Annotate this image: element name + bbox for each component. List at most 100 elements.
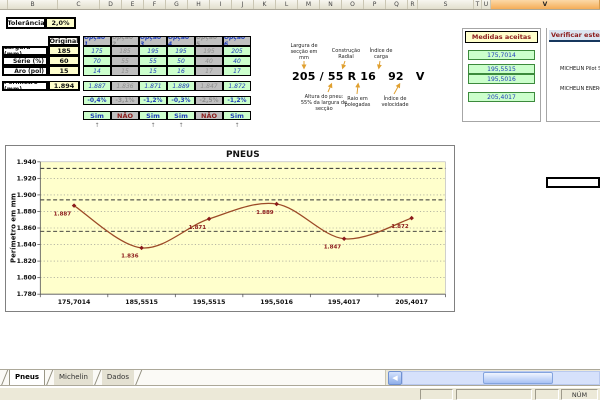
accepted-measure-cell[interactable]: 195,5016 xyxy=(468,74,535,84)
sheet-tab-pneus[interactable]: Pneus xyxy=(9,370,45,386)
column-header-d[interactable]: D xyxy=(100,0,122,9)
delta-percent-cell[interactable]: -1,2% xyxy=(139,96,167,105)
spacer xyxy=(2,121,83,131)
accepted-measure-cell[interactable]: 175,7014 xyxy=(468,50,535,60)
tolerance-value-cell[interactable]: 2,0% xyxy=(46,17,76,29)
scrollbar-thumb[interactable] xyxy=(483,372,553,384)
column-header-b[interactable]: B xyxy=(8,0,58,9)
option-header-4[interactable]: Opção 4 xyxy=(167,36,195,46)
accepted-measure-cell[interactable]: 195,5515 xyxy=(468,64,535,74)
perimeter-value-cell[interactable]: 1.847 xyxy=(195,81,223,91)
accepted-flag-cell[interactable]: Sim xyxy=(139,111,167,120)
option-header-6[interactable]: Opção 6 xyxy=(223,36,251,46)
x-tick-label: 175,7014 xyxy=(58,299,91,306)
option-header-3[interactable]: Opção 3 xyxy=(139,36,167,46)
column-header-e[interactable]: E xyxy=(122,0,144,9)
sheet-tab-michelin[interactable]: Michelin xyxy=(54,370,93,386)
status-cell xyxy=(535,389,559,400)
option-value-cell[interactable]: 55 xyxy=(111,56,139,66)
delta-percent-cell[interactable]: -0,4% xyxy=(83,96,111,105)
scrollbar-track[interactable] xyxy=(402,371,600,385)
original-value-cell[interactable]: 15 xyxy=(48,66,80,76)
column-header-u[interactable]: U xyxy=(482,0,491,9)
column-header-n[interactable]: N xyxy=(320,0,342,9)
perimeter-value-cell[interactable]: 1.836 xyxy=(111,81,139,91)
column-header-q[interactable]: Q xyxy=(386,0,408,9)
pneus-chart: 1.7801.8001.8201.8401.8601.8801.9001.920… xyxy=(5,145,455,312)
column-header-f[interactable]: F xyxy=(144,0,166,9)
original-value-cell[interactable]: 60 xyxy=(48,56,80,66)
option-header-5[interactable]: Opção 5 xyxy=(195,36,223,46)
column-header-i[interactable]: I xyxy=(210,0,232,9)
scroll-left-arrow-icon[interactable]: ◀ xyxy=(388,371,402,385)
option-value-cell[interactable]: 195 xyxy=(195,46,223,56)
tab-separator xyxy=(46,370,53,386)
num-lock-indicator: NÚM xyxy=(561,389,598,400)
option-value-cell[interactable]: 14 xyxy=(83,66,111,76)
accepted-measures-box: Medidas aceitas 175,7014195,5515195,5016… xyxy=(462,28,541,122)
column-header-p[interactable]: P xyxy=(364,0,386,9)
perimeter-value-cell[interactable]: 1.887 xyxy=(83,81,111,91)
option-value-cell[interactable]: 40 xyxy=(223,56,251,66)
column-header-t[interactable]: T xyxy=(474,0,482,9)
option-value-cell[interactable]: 17 xyxy=(195,66,223,76)
original-column-header[interactable]: Original xyxy=(48,36,80,46)
option-header-2[interactable]: Opção 2 xyxy=(111,36,139,46)
spacer xyxy=(2,96,83,106)
column-header-l[interactable]: L xyxy=(276,0,298,9)
option-value-cell[interactable]: 195 xyxy=(139,46,167,56)
option-value-cell[interactable]: 185 xyxy=(111,46,139,56)
label-section-width: Largura de secção em mm xyxy=(286,43,322,61)
accepted-flag-cell[interactable]: Sim xyxy=(167,111,195,120)
column-header-k[interactable]: K xyxy=(254,0,276,9)
accepted-flag-cell[interactable]: Sim xyxy=(83,111,111,120)
column-header-r[interactable]: R xyxy=(408,0,418,9)
column-header-h[interactable]: H xyxy=(188,0,210,9)
column-header-g[interactable]: G xyxy=(166,0,188,9)
accepted-flag-cell[interactable]: NÃO xyxy=(111,111,139,120)
perimeter-value-cell[interactable]: 1.889 xyxy=(167,81,195,91)
option-value-cell[interactable]: 15 xyxy=(111,66,139,76)
perimeter-original-cell[interactable]: 1.894 xyxy=(48,81,80,91)
column-header-m[interactable]: M xyxy=(298,0,320,9)
data-point-label: 1.847 xyxy=(324,245,342,251)
data-point-label: 1.887 xyxy=(54,212,72,218)
column-header-c[interactable]: C xyxy=(58,0,100,9)
horizontal-scrollbar[interactable]: ◀ xyxy=(388,371,600,385)
y-tick-label: 1.900 xyxy=(17,192,37,199)
delta-percent-cell[interactable]: -3,1% xyxy=(111,96,139,105)
column-header-o[interactable]: O xyxy=(342,0,364,9)
column-header-v[interactable]: V xyxy=(491,0,600,9)
option-value-cell[interactable]: 55 xyxy=(139,56,167,66)
y-tick-label: 1.800 xyxy=(17,275,37,282)
tire-code-diagram: Largura de secção em mm Construção Radia… xyxy=(274,42,414,124)
option-header-1[interactable]: Opção 1 xyxy=(83,36,111,46)
option-value-cell[interactable]: 16 xyxy=(167,66,195,76)
option-value-cell[interactable]: 17 xyxy=(223,66,251,76)
accepted-flag-cell[interactable]: Sim xyxy=(223,111,251,120)
delta-percent-cell[interactable]: -0,3% xyxy=(167,96,195,105)
column-header-j[interactable]: J xyxy=(232,0,254,9)
tab-separator xyxy=(94,370,101,386)
original-value-cell[interactable]: 185 xyxy=(48,46,80,56)
option-value-cell[interactable]: 205 xyxy=(223,46,251,56)
worksheet[interactable]: Tolerância 2,0% OriginalOpção 1Opção 2Op… xyxy=(0,10,600,369)
drawing-rectangle[interactable] xyxy=(546,177,600,188)
x-tick-label: 205,4017 xyxy=(395,299,428,306)
column-header-s[interactable]: S xyxy=(418,0,474,9)
option-value-cell[interactable]: 175 xyxy=(83,46,111,56)
option-value-cell[interactable]: 50 xyxy=(167,56,195,66)
accepted-flag-cell[interactable]: NÃO xyxy=(195,111,223,120)
perimeter-value-cell[interactable]: 1.871 xyxy=(139,81,167,91)
delta-percent-cell[interactable]: -1,2% xyxy=(223,96,251,105)
y-tick-label: 1.780 xyxy=(17,291,37,298)
perimeter-value-cell[interactable]: 1.872 xyxy=(223,81,251,91)
option-value-cell[interactable]: 70 xyxy=(83,56,111,66)
x-tick-label: 195,5515 xyxy=(193,299,226,306)
accepted-measure-cell[interactable]: 205,4017 xyxy=(468,92,535,102)
sheet-tab-dados[interactable]: Dados xyxy=(102,370,134,386)
option-value-cell[interactable]: 15 xyxy=(139,66,167,76)
delta-percent-cell[interactable]: -2,5% xyxy=(195,96,223,105)
option-value-cell[interactable]: 40 xyxy=(195,56,223,66)
option-value-cell[interactable]: 195 xyxy=(167,46,195,56)
